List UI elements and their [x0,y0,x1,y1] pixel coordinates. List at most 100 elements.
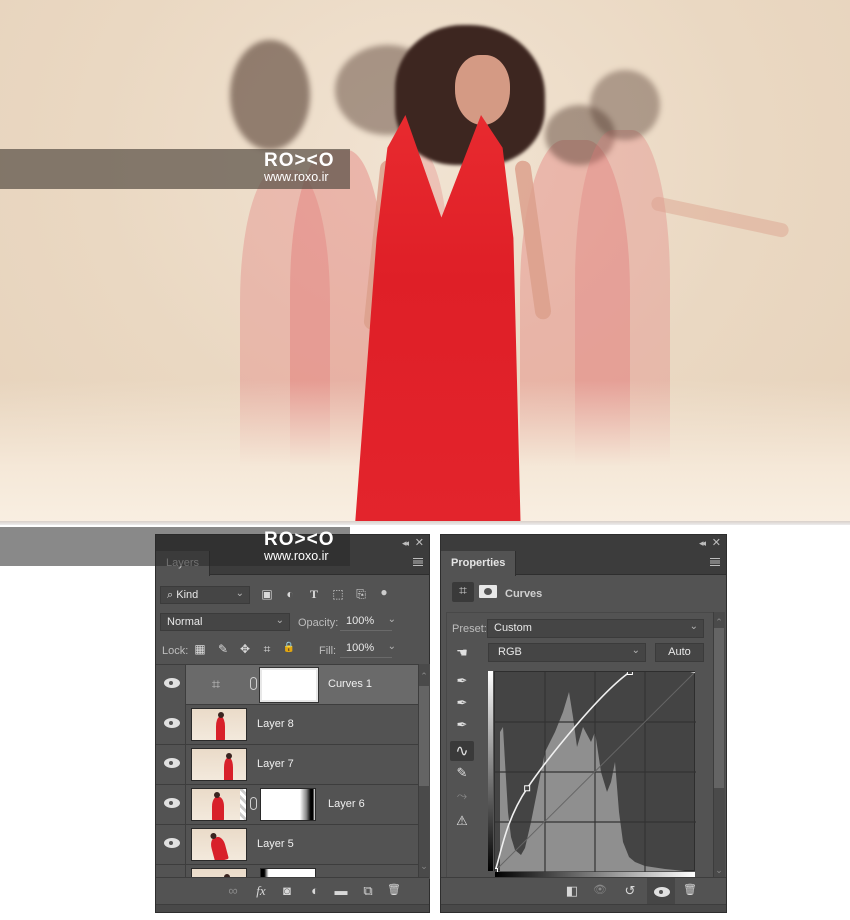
filter-toggle-icon[interactable]: ● [377,585,391,599]
reset-icon[interactable]: ↺ [621,883,639,899]
properties-scrollbar-thumb[interactable] [714,628,724,788]
layer-mask-thumbnail[interactable] [260,788,316,821]
lock-transparent-icon[interactable]: ▦ [193,642,207,656]
on-image-adjust-icon[interactable]: ☚ [450,645,474,665]
ghost-arm [650,195,790,239]
new-layer-icon[interactable]: ⧉ [359,883,377,899]
chevron-down-icon: ⌄ [689,621,698,632]
delete-layer-icon[interactable]: 🗑 [385,883,403,896]
type-icon[interactable]: T [307,587,321,602]
white-point-eyedropper-icon[interactable]: ✒ [450,717,474,737]
layer-row-layer-5[interactable]: Layer 5 [156,825,418,865]
chevron-down-icon[interactable]: ⌄ [388,614,396,625]
layers-scrollbar-thumb[interactable] [419,686,429,786]
add-mask-icon[interactable]: ◙ [278,883,296,898]
black-point-eyedropper-icon[interactable]: ✒ [450,673,474,693]
layer-row-layer-8[interactable]: Layer 8 [156,705,418,745]
chevron-down-icon[interactable]: ⌄ [388,641,396,652]
channel-value: RGB [498,646,522,658]
properties-title: Curves [505,588,543,600]
curves-graph-svg[interactable] [495,672,696,872]
layers-footer: ∞ fx ◙ ◐ ▬ ⧉ 🗑 [156,877,429,905]
lock-all-icon[interactable]: 🔒 [282,642,296,653]
new-adjustment-icon[interactable]: ◐ [306,883,324,898]
auto-button-label: Auto [668,646,691,658]
clipping-warning-icon[interactable]: ⚠ [450,813,474,833]
scroll-up-icon[interactable]: ⌃ [713,617,725,628]
panel-menu-icon[interactable] [710,558,720,566]
visibility-eye-icon[interactable] [164,798,180,808]
panel-menu-icon[interactable] [413,558,423,566]
layer-filter-kind-dropdown[interactable]: ⌕ Kind ⌄ [160,586,250,604]
curve-point-tool-icon[interactable]: ∿ [450,741,474,761]
layer-thumbnail [191,748,247,781]
visibility-column [156,785,186,825]
scroll-down-icon[interactable]: ⌄ [418,861,430,872]
gray-point-eyedropper-icon[interactable]: ✒ [450,695,474,715]
adjustment-icon[interactable]: ◐ [283,587,297,601]
layer-name[interactable]: Layer 5 [257,838,294,850]
layer-row-curves-1[interactable]: ⌗ Curves 1 [156,665,418,705]
collapse-panel-icon[interactable]: ◂◂ [402,538,409,549]
curves-graph[interactable] [494,671,696,872]
blend-mode-dropdown[interactable]: Normal ⌄ [160,613,290,631]
chevron-down-icon: ⌄ [275,615,284,626]
ghost-hair-5 [590,70,660,140]
fx-icon[interactable]: fx [252,883,270,899]
panel-resize-grip[interactable] [441,904,726,912]
smart-object-icon[interactable]: ⎘ [354,587,368,602]
link-layers-icon[interactable]: ∞ [224,883,242,898]
scroll-down-icon[interactable]: ⌄ [713,865,725,876]
layer-row-layer-7[interactable]: Layer 7 [156,745,418,785]
shape-icon[interactable]: ⬚ [331,587,345,601]
watermark-logo: RO><O [264,150,335,171]
visibility-eye-icon[interactable] [164,758,180,768]
lock-image-icon[interactable]: ✎ [216,642,230,656]
visibility-column [156,825,186,865]
delete-adjustment-icon[interactable]: 🗑 [681,883,699,896]
layer-name[interactable]: Layer 7 [257,758,294,770]
chain-link-icon[interactable] [250,797,257,810]
chain-link-icon[interactable] [250,677,257,690]
visibility-eye-icon[interactable] [164,678,180,688]
curve-control-point[interactable] [524,785,531,792]
mask-icon [484,588,492,595]
visibility-eye-icon[interactable] [164,838,180,848]
smooth-curve-icon[interactable]: ⤳ [450,788,474,808]
scroll-up-icon[interactable]: ⌃ [418,671,430,682]
visibility-eye-icon[interactable] [164,718,180,728]
layers-panel: ◂◂ ✕ Layers ⌕ Kind ⌄ ▣ ◐ T ⬚ ⎘ ● Normal … [155,534,430,913]
layer-name[interactable]: Layer 8 [257,718,294,730]
collapse-panel-icon[interactable]: ◂◂ [699,538,706,549]
new-group-icon[interactable]: ▬ [332,883,350,898]
search-icon: ⌕ [167,589,174,601]
curve-control-point[interactable] [626,672,633,675]
panel-resize-grip[interactable] [156,904,429,912]
opacity-input[interactable]: 100% ⌄ [340,613,396,631]
layer-thumbnail [191,828,247,861]
close-panel-icon[interactable]: ✕ [712,536,721,549]
mask-mode-button[interactable] [479,585,497,598]
lock-position-icon[interactable]: ✥ [238,642,252,656]
fill-input[interactable]: 100% ⌄ [340,640,396,658]
preset-dropdown[interactable]: Custom ⌄ [487,619,704,638]
close-panel-icon[interactable]: ✕ [415,536,424,549]
lock-artboard-icon[interactable]: ⌗ [260,642,274,657]
properties-panel-header[interactable]: ◂◂ ✕ [441,535,726,551]
layer-name[interactable]: Curves 1 [328,678,372,690]
auto-button[interactable]: Auto [655,643,704,662]
watermark-url: www.roxo.ir [264,170,329,184]
view-previous-state-icon[interactable]: 👁 [591,883,609,896]
visibility-toggle-button[interactable] [647,878,675,906]
clip-to-layer-icon[interactable]: ◧ [563,883,581,899]
properties-tabbar: Properties [441,551,726,576]
channel-dropdown[interactable]: RGB ⌄ [488,643,646,662]
curves-mode-button[interactable]: ⌗ [452,582,474,602]
layer-name[interactable]: Layer 6 [328,798,365,810]
image-icon[interactable]: ▣ [260,587,274,601]
tab-properties[interactable]: Properties [441,551,517,576]
pencil-tool-icon[interactable]: ✎ [450,765,474,785]
properties-footer: ◧ 👁 ↺ 🗑 [441,877,726,906]
layer-mask-thumbnail[interactable] [259,667,319,703]
layer-row-layer-6[interactable]: Layer 6 [156,785,418,825]
